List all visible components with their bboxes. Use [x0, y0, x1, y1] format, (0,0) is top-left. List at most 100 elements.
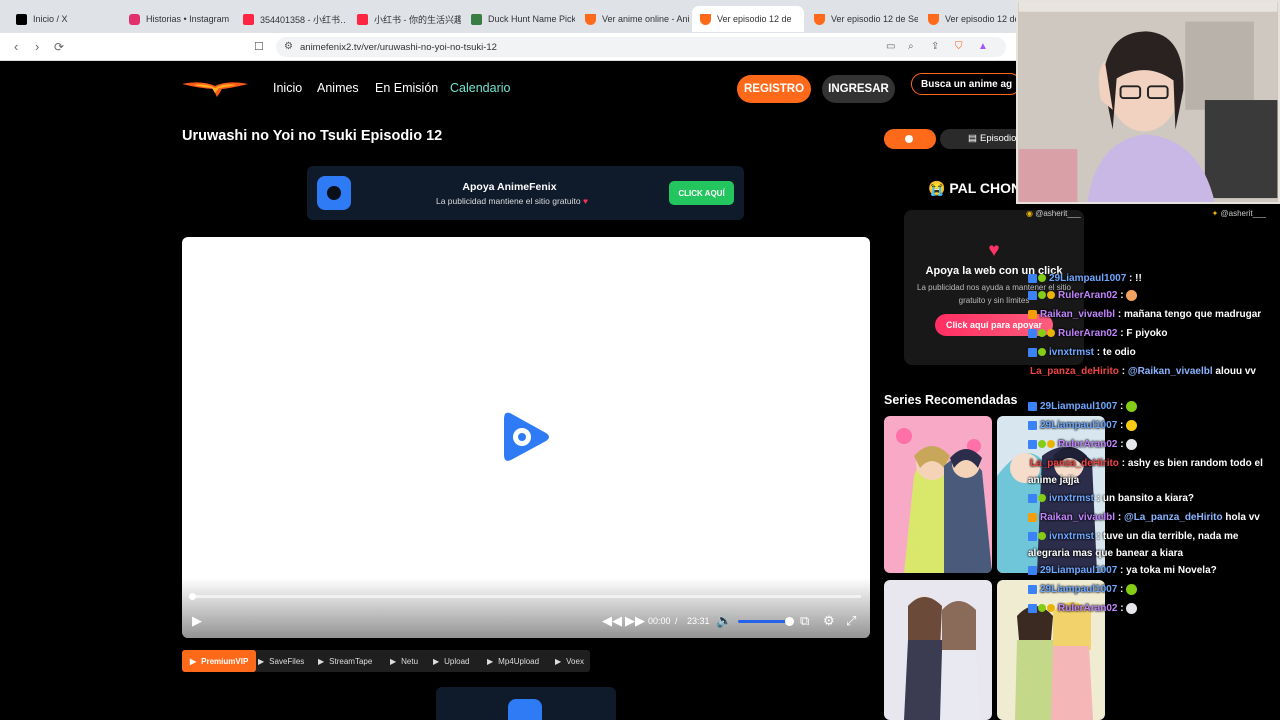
register-button[interactable]: REGISTRO	[737, 75, 811, 103]
browser-tab[interactable]: Ver episodio 12 de K	[920, 6, 1020, 32]
browser-tab[interactable]: Ver anime online - Ani	[577, 6, 689, 32]
server-tab-premiumvip[interactable]: ▶ PremiumVIP	[182, 650, 257, 672]
chat-username[interactable]: RulerAran02	[1058, 603, 1117, 614]
animefenix-logo[interactable]	[182, 78, 248, 98]
chat-badges	[1028, 600, 1056, 617]
orange-badge-icon	[1028, 512, 1037, 522]
browser-tab[interactable]: Ver episodio 12 de Se	[806, 6, 918, 32]
login-button[interactable]: INGRESAR	[822, 75, 895, 103]
chat-username[interactable]: Raikan_vivaelbl	[1040, 512, 1115, 523]
chat-username[interactable]: 29Liampaul1007	[1040, 565, 1117, 576]
chat-badges	[1028, 325, 1056, 342]
search-input[interactable]: Busca un anime ag	[911, 73, 1021, 95]
browser-tab[interactable]: 354401358 - 小红书…	[235, 6, 347, 32]
rewind-icon[interactable]: ◀◀	[602, 613, 622, 629]
chat-message: RulerAran02 :	[1028, 436, 1268, 453]
tune-icon[interactable]: ⚙	[284, 41, 293, 52]
chat-separator: :	[1094, 493, 1103, 505]
recommended-series-heading: Series Recomendadas	[884, 393, 1018, 407]
chat-username[interactable]: ivnxtrmst	[1049, 493, 1094, 504]
nav-animes[interactable]: Animes	[317, 81, 359, 95]
green-badge-icon	[1038, 604, 1046, 613]
chat-username[interactable]: La_panza_deHirito	[1030, 366, 1119, 377]
chat-username[interactable]: Raikan_vivaelbl	[1040, 309, 1115, 320]
brave-shield-icon[interactable]: ⛉	[955, 41, 963, 52]
play-icon[interactable]	[502, 411, 550, 463]
browser-tab[interactable]: Inicio / X	[8, 6, 120, 32]
pip-icon[interactable]: ⧉	[800, 613, 809, 629]
chat-username[interactable]: 29Liampaul1007	[1040, 401, 1117, 412]
url-input[interactable]: ⚙ animefenix2.tv/ver/uruwashi-no-yoi-no-…	[276, 37, 1006, 57]
server-tab-savefiles[interactable]: ▶ SaveFiles	[258, 650, 304, 672]
install-icon[interactable]: ▭	[886, 41, 895, 52]
zoom-icon[interactable]: ⌕	[908, 41, 914, 52]
volume-slider[interactable]	[738, 617, 794, 626]
play-button[interactable]: ▶	[192, 613, 202, 629]
server-tab-upload[interactable]: ▶ Upload	[433, 650, 470, 672]
server-label: Netu	[401, 656, 419, 666]
tab-title: Ver anime online - Ani	[602, 14, 689, 24]
blue-badge-icon	[1028, 401, 1037, 411]
chat-message: 29Liampaul1007 : ya toka mi Novela?	[1028, 562, 1268, 579]
video-player[interactable]: ▶ ◀◀ ▶▶ 00:00 / 23:31 🔊 ⧉ ⚙ ⤢	[182, 237, 870, 638]
volume-icon[interactable]: 🔊	[716, 613, 732, 629]
server-tab-voex[interactable]: ▶ Voex	[555, 650, 584, 672]
chat-username[interactable]: RulerAran02	[1058, 328, 1117, 339]
series-poster[interactable]	[884, 416, 992, 573]
chat-badges	[1028, 398, 1038, 415]
rewards-icon[interactable]: ▲	[978, 41, 988, 52]
play-icon: ▶	[190, 656, 197, 666]
browser-tab-active[interactable]: Ver episodio 12 de ✕	[692, 6, 804, 32]
chat-username[interactable]: ivnxtrmst	[1049, 347, 1094, 358]
chat-username[interactable]: RulerAran02	[1058, 439, 1117, 450]
autoplay-toggle[interactable]	[884, 129, 936, 149]
blue-badge-icon	[1028, 328, 1037, 338]
server-tab-streamtape[interactable]: ▶ StreamTape	[318, 650, 372, 672]
chat-message: ivnxtrmst : te odio	[1028, 344, 1268, 361]
chat-message: Raikan_vivaelbl : @La_panza_deHirito hol…	[1028, 509, 1268, 526]
server-tab-mp4upload[interactable]: ▶ Mp4Upload	[487, 650, 539, 672]
nav-inicio[interactable]: Inicio	[273, 81, 302, 95]
chat-separator: :	[1094, 347, 1103, 359]
chat-username[interactable]: RulerAran02	[1058, 290, 1117, 301]
chat-message: RulerAran02 :	[1028, 287, 1268, 304]
animefenix-icon	[928, 13, 939, 25]
server-label: Mp4Upload	[498, 656, 540, 666]
bookmark-icon[interactable]: ☐	[254, 40, 264, 53]
emote-icon	[1126, 603, 1138, 614]
settings-icon[interactable]: ⚙	[823, 613, 835, 629]
progress-bar[interactable]	[189, 593, 861, 600]
browser-tab[interactable]: Historias • Instagram	[121, 6, 233, 32]
browser-tab[interactable]: Duck Hunt Name Picker	[463, 6, 575, 32]
chat-username[interactable]: 29Liampaul1007	[1040, 584, 1117, 595]
browser-tab[interactable]: 小红书 - 你的生活兴趣	[349, 6, 461, 32]
fullscreen-icon[interactable]: ⤢	[846, 613, 856, 629]
chat-separator: :	[1117, 401, 1127, 413]
fast-forward-icon[interactable]: ▶▶	[625, 613, 645, 629]
reload-icon[interactable]: ⟳	[54, 40, 64, 54]
server-tab-netu[interactable]: ▶ Netu	[390, 650, 418, 672]
chat-username[interactable]: ivnxtrmst	[1049, 531, 1094, 542]
banner-cta-button[interactable]: CLICK AQUÍ	[669, 181, 734, 205]
play-icon: ▶	[390, 656, 397, 666]
nav-calendario[interactable]: Calendario	[450, 81, 510, 95]
chat-username[interactable]: La_panza_deHirito	[1030, 458, 1119, 469]
social-tag-right: ✦ @asherit___	[1212, 209, 1266, 218]
server-label: Voex	[566, 656, 584, 666]
back-icon[interactable]: ‹	[14, 39, 18, 54]
chat-username[interactable]: 29Liampaul1007	[1040, 420, 1117, 431]
chat-mention[interactable]: @Raikan_vivaelbl	[1128, 366, 1213, 377]
play-icon: ▶	[258, 656, 265, 666]
share-icon[interactable]: ⇪	[931, 41, 939, 52]
banner-subtitle-text: La publicidad mantiene el sitio gratuito	[435, 196, 581, 206]
xiaohongshu-icon	[357, 13, 368, 25]
chat-username[interactable]: 29Liampaul1007	[1049, 273, 1126, 284]
chat-mention[interactable]: @La_panza_deHirito	[1124, 512, 1223, 523]
nav-en-emision[interactable]: En Emisión	[375, 81, 438, 95]
series-poster[interactable]	[884, 580, 992, 720]
chat-message: ivnxtrmst : un bansito a kiara?	[1028, 490, 1268, 507]
chat-separator: :	[1126, 273, 1136, 285]
chat-separator: :	[1117, 420, 1127, 432]
forward-icon[interactable]: ›	[35, 39, 39, 54]
green-badge-icon	[1038, 440, 1046, 449]
